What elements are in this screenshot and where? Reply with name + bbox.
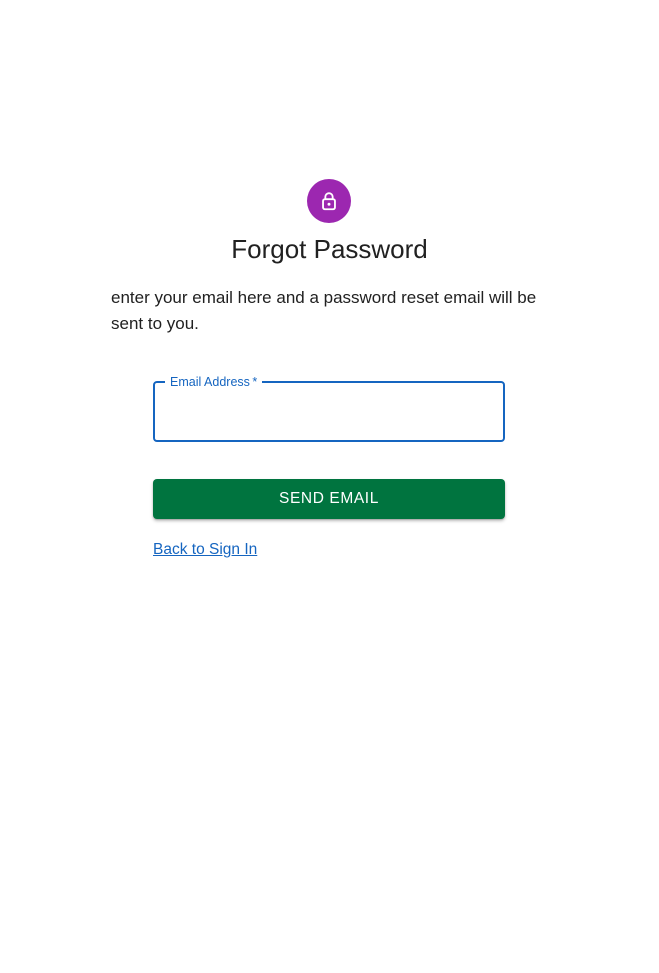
back-to-sign-in-link[interactable]: Back to Sign In	[153, 540, 257, 560]
required-marker: *	[252, 375, 258, 389]
lock-icon	[318, 190, 340, 212]
forgot-password-page: Forgot Password enter your email here an…	[0, 0, 659, 973]
email-input[interactable]	[167, 397, 491, 425]
page-title: Forgot Password	[231, 234, 428, 264]
send-email-button[interactable]: SEND EMAIL	[153, 479, 505, 519]
instructions-text: enter your email here and a password res…	[111, 288, 537, 333]
avatar	[307, 179, 351, 223]
email-field-label: Email Address *	[165, 374, 263, 390]
email-field[interactable]: Email Address *	[153, 374, 505, 442]
